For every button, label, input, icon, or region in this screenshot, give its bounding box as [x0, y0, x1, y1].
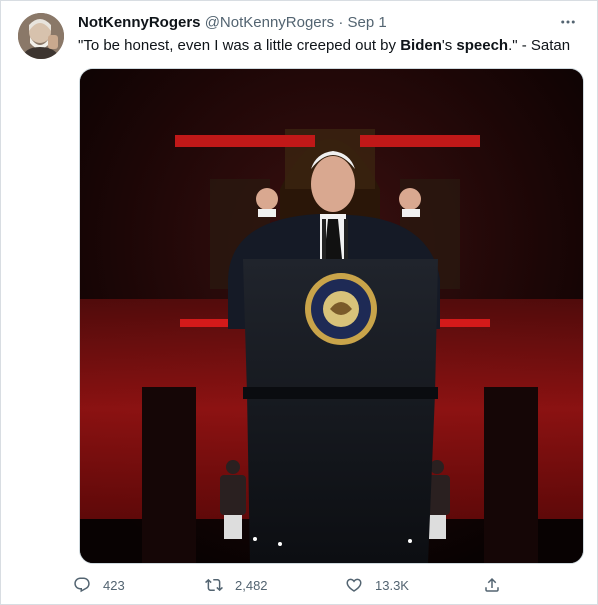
speech-photo	[80, 69, 583, 563]
tweet-header: NotKennyRogers @NotKennyRogers · Sep 1	[78, 13, 577, 33]
share-icon	[485, 577, 499, 592]
user-handle[interactable]: @NotKennyRogers	[205, 14, 334, 31]
tweet-text-part: 's	[441, 37, 457, 54]
reply-icon	[74, 577, 90, 593]
tweet-text-part: ." - Satan	[508, 37, 571, 54]
tweet-photo[interactable]	[79, 68, 584, 564]
like-icon	[346, 578, 362, 592]
tweet-date[interactable]: Sep 1	[348, 14, 387, 31]
tweet-text-part: "To be honest, even I was a little creep…	[78, 37, 401, 54]
retweet-icon	[205, 578, 223, 592]
tweet-actions: 423 2,482 13.3K	[73, 571, 513, 599]
retweet-button[interactable]: 2,482	[205, 571, 268, 599]
like-count: 13.3K	[375, 577, 409, 593]
more-icon[interactable]	[557, 11, 579, 33]
retweet-count: 2,482	[235, 577, 268, 593]
separator-dot: ·	[338, 14, 344, 31]
reply-button[interactable]: 423	[73, 571, 125, 599]
like-button[interactable]: 13.3K	[345, 571, 409, 599]
reply-count: 423	[103, 577, 125, 593]
display-name[interactable]: NotKennyRogers	[78, 14, 201, 31]
share-button[interactable]	[483, 571, 501, 599]
tweet-text-bold: Biden	[400, 37, 442, 54]
tweet-text: "To be honest, even I was a little creep…	[78, 36, 583, 56]
avatar-image	[18, 13, 64, 59]
avatar[interactable]	[18, 13, 64, 59]
tweet-card[interactable]: NotKennyRogers @NotKennyRogers · Sep 1 "…	[0, 0, 598, 605]
tweet-text-bold: speech	[456, 37, 509, 54]
